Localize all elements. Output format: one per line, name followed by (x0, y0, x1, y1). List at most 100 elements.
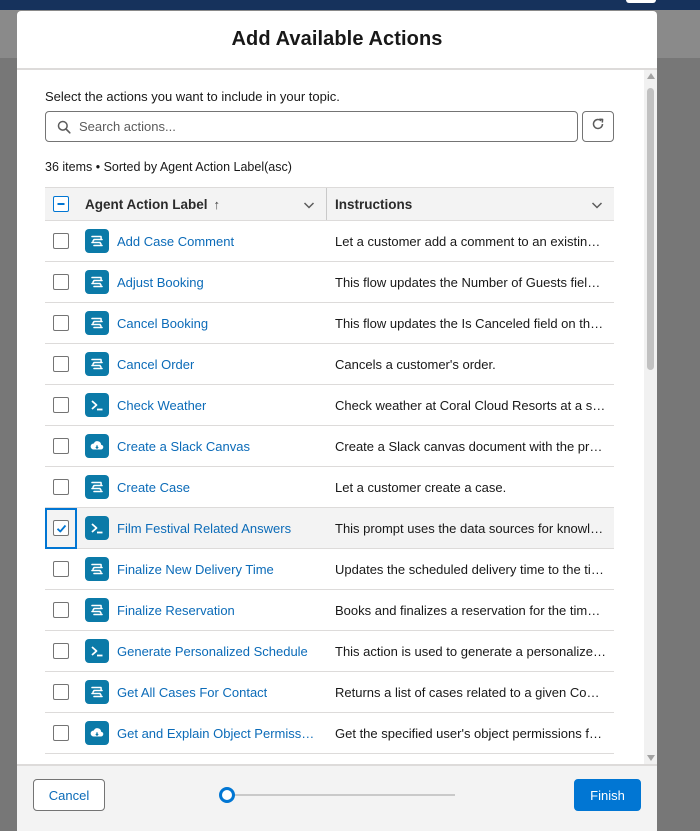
row-label-cell: Check Weather (77, 393, 327, 417)
action-label-link[interactable]: Finalize Reservation (117, 603, 235, 618)
scroll-up-icon[interactable] (647, 73, 655, 79)
table-header: Agent Action Label ↑ Instructions (45, 187, 614, 221)
row-select-cell[interactable] (45, 631, 77, 672)
items-summary: 36 items • Sorted by Agent Action Label(… (45, 160, 292, 174)
row-instructions: Get the specified user's object permissi… (335, 725, 614, 741)
action-label-link[interactable]: Get and Explain Object Permissions (117, 726, 317, 741)
action-label-link[interactable]: Film Festival Related Answers (117, 521, 291, 536)
row-select-cell[interactable] (45, 713, 77, 754)
row-checkbox[interactable] (53, 438, 69, 454)
row-label-cell: Generate Personalized Schedule (77, 639, 327, 663)
action-label-link[interactable]: Cancel Order (117, 357, 194, 372)
search-icon (57, 120, 71, 134)
row-instructions: Check weather at Coral Cloud Resorts at … (335, 397, 614, 413)
column-instructions-text: Instructions (335, 196, 413, 212)
row-select-cell[interactable] (45, 549, 77, 590)
row-label-cell: Cancel Order (77, 352, 327, 376)
row-select-cell[interactable] (45, 303, 77, 344)
row-instructions: Returns a list of cases related to a giv… (335, 684, 614, 700)
row-checkbox[interactable] (53, 684, 69, 700)
row-instructions: Books and finalizes a reservation for th… (335, 602, 614, 618)
search-input[interactable] (79, 119, 559, 134)
row-select-cell[interactable] (45, 426, 77, 467)
row-checkbox[interactable] (53, 643, 69, 659)
progress-step-indicator (219, 787, 235, 803)
table-row[interactable]: Adjust Booking This flow updates the Num… (45, 262, 614, 303)
row-checkbox[interactable] (53, 602, 69, 618)
action-label-link[interactable]: Add Case Comment (117, 234, 234, 249)
row-select-cell[interactable] (45, 507, 77, 549)
refresh-button[interactable] (582, 111, 614, 142)
flow-icon (85, 311, 109, 335)
table-row[interactable]: Get All Cases For Contact Returns a list… (45, 672, 614, 713)
row-select-cell[interactable] (45, 385, 77, 426)
row-checkbox[interactable] (53, 315, 69, 331)
row-instructions: This prompt uses the data sources for kn… (335, 520, 614, 536)
row-instructions: Create a Slack canvas document with the … (335, 438, 614, 454)
row-select-cell[interactable] (45, 221, 77, 262)
table-row[interactable]: Film Festival Related Answers This promp… (45, 507, 614, 549)
top-bar-button[interactable] (626, 0, 656, 3)
modal-header: Add Available Actions (17, 11, 657, 70)
row-select-cell[interactable] (45, 672, 77, 713)
table-row[interactable]: Check Weather Check weather at Coral Clo… (45, 385, 614, 426)
row-instructions: Let a customer create a case. (335, 479, 507, 495)
row-checkbox[interactable] (53, 520, 69, 536)
row-select-cell[interactable] (45, 467, 77, 508)
row-checkbox[interactable] (53, 397, 69, 413)
row-select-cell[interactable] (45, 262, 77, 303)
table-row[interactable]: Get and Explain Object Permissions Get t… (45, 713, 614, 754)
row-checkbox[interactable] (53, 356, 69, 372)
action-label-link[interactable]: Check Weather (117, 398, 206, 413)
row-instructions: This flow updates the Is Canceled field … (335, 315, 614, 331)
table-row[interactable]: Cancel Order Cancels a customer's order. (45, 344, 614, 385)
apex-icon (85, 721, 109, 745)
cancel-button[interactable]: Cancel (33, 779, 105, 811)
apex-icon (85, 434, 109, 458)
scroll-thumb[interactable] (647, 88, 654, 370)
chevron-down-icon[interactable] (590, 198, 604, 212)
row-select-cell[interactable] (45, 344, 77, 385)
flow-icon (85, 229, 109, 253)
action-label-link[interactable]: Create Case (117, 480, 190, 495)
row-checkbox[interactable] (53, 479, 69, 495)
row-label-cell: Create a Slack Canvas (77, 434, 327, 458)
action-label-link[interactable]: Adjust Booking (117, 275, 204, 290)
row-label-cell: Adjust Booking (77, 270, 327, 294)
row-checkbox[interactable] (53, 274, 69, 290)
select-all-checkbox[interactable] (53, 196, 69, 212)
row-select-cell[interactable] (45, 590, 77, 631)
add-actions-modal: Add Available Actions Select the actions… (17, 11, 657, 831)
table-row[interactable]: Generate Personalized Schedule This acti… (45, 631, 614, 672)
row-label-cell: Create Case (77, 475, 327, 499)
select-all-cell[interactable] (45, 188, 77, 220)
action-label-link[interactable]: Get All Cases For Contact (117, 685, 267, 700)
table-row[interactable]: Create Case Let a customer create a case… (45, 467, 614, 508)
action-label-link[interactable]: Generate Personalized Schedule (117, 644, 308, 659)
chevron-down-icon[interactable] (302, 198, 316, 212)
column-label-text: Agent Action Label (85, 196, 208, 212)
action-label-link[interactable]: Create a Slack Canvas (117, 439, 250, 454)
flow-icon (85, 598, 109, 622)
row-instructions: Cancels a customer's order. (335, 356, 496, 372)
table-row[interactable]: Finalize New Delivery Time Updates the s… (45, 549, 614, 590)
modal-scrollbar[interactable] (644, 70, 657, 764)
column-header-instructions[interactable]: Instructions (327, 188, 614, 220)
flow-icon (85, 557, 109, 581)
table-row[interactable]: Cancel Booking This flow updates the Is … (45, 303, 614, 344)
action-label-link[interactable]: Cancel Booking (117, 316, 208, 331)
scroll-down-icon[interactable] (647, 755, 655, 761)
action-label-link[interactable]: Finalize New Delivery Time (117, 562, 274, 577)
app-top-bar (0, 0, 700, 10)
row-checkbox[interactable] (53, 561, 69, 577)
row-label-cell: Add Case Comment (77, 229, 327, 253)
table-row[interactable]: Finalize Reservation Books and finalizes… (45, 590, 614, 631)
table-row[interactable]: Create a Slack Canvas Create a Slack can… (45, 426, 614, 467)
table-row[interactable]: Add Case Comment Let a customer add a co… (45, 221, 614, 262)
finish-button[interactable]: Finish (574, 779, 641, 811)
search-box[interactable] (45, 111, 578, 142)
row-checkbox[interactable] (53, 725, 69, 741)
row-checkbox[interactable] (53, 233, 69, 249)
prompt-icon (85, 393, 109, 417)
column-header-label[interactable]: Agent Action Label ↑ (77, 188, 327, 220)
